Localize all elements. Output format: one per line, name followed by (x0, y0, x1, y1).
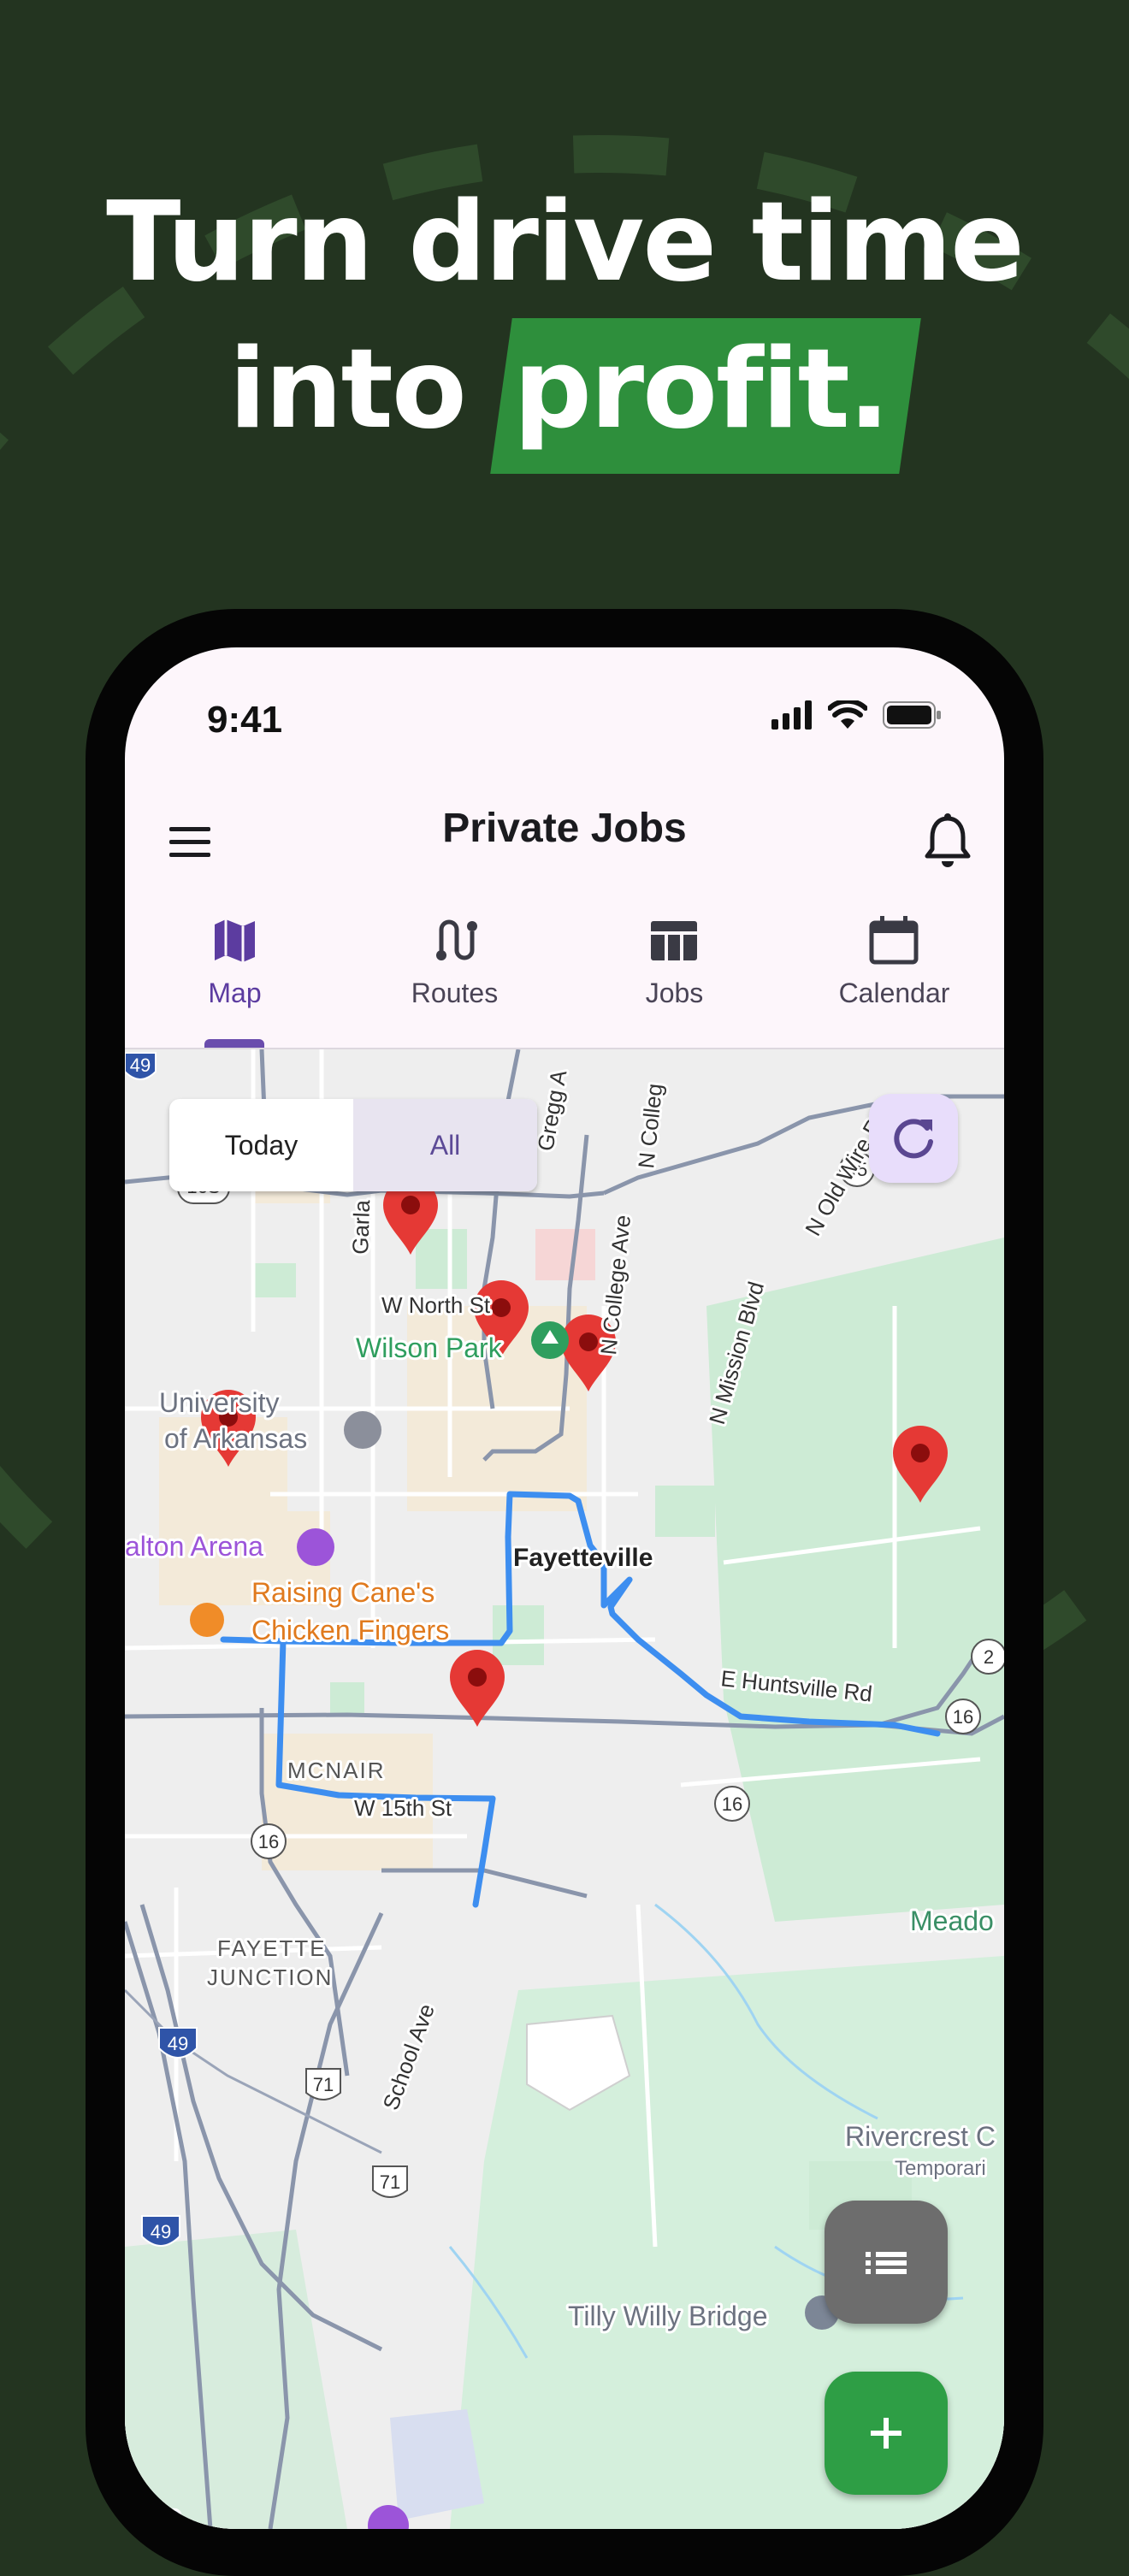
svg-text:Temporari: Temporari (895, 2157, 986, 2180)
restaurant-icon (190, 1603, 224, 1637)
notification-bell-icon[interactable] (920, 812, 975, 871)
headline-prefix: into (228, 326, 467, 453)
svg-text:W 15th St: W 15th St (354, 1795, 452, 1821)
svg-text:Tilly Willy Bridge: Tilly Willy Bridge (568, 2301, 768, 2331)
tab-routes[interactable]: Routes (345, 895, 564, 1049)
tab-label-jobs: Jobs (645, 978, 704, 1008)
tab-bar: Map Routes Jobs Calendar (125, 895, 1004, 1049)
svg-text:Garla: Garla (347, 1199, 375, 1255)
headline-line-2: into profit. (0, 318, 1129, 474)
svg-text:16: 16 (722, 1793, 742, 1815)
filter-all-button[interactable]: All (353, 1099, 537, 1191)
add-job-button[interactable] (825, 2372, 948, 2495)
route-icon (436, 919, 477, 960)
status-icons (771, 700, 943, 730)
list-view-button[interactable] (825, 2201, 948, 2324)
tab-jobs[interactable]: Jobs (564, 895, 784, 1049)
svg-text:71: 71 (313, 2074, 334, 2095)
svg-text:49: 49 (130, 1055, 151, 1076)
wifi-icon (828, 700, 867, 729)
status-bar: 9:41 (125, 647, 1004, 767)
tab-label-calendar: Calendar (838, 978, 950, 1008)
filter-today-button[interactable]: Today (169, 1099, 353, 1191)
arena-icon (297, 1528, 334, 1566)
phone-screen: 9:41 Private Jobs Map Routes Jobs Calend… (125, 647, 1004, 2529)
calendar-icon (869, 916, 919, 965)
battery-icon (883, 701, 941, 729)
map-icon (215, 919, 255, 962)
refresh-button[interactable] (869, 1094, 958, 1183)
tab-label-map: Map (208, 978, 262, 1008)
app-bar: Private Jobs (125, 767, 1004, 870)
svg-text:Rivercrest C: Rivercrest C (845, 2121, 996, 2152)
svg-text:16: 16 (258, 1831, 279, 1852)
svg-text:Chicken Fingers: Chicken Fingers (251, 1615, 449, 1645)
svg-text:Arka: Arka (125, 2501, 181, 2529)
svg-text:Meado: Meado (910, 1905, 994, 1936)
school-icon (344, 1411, 381, 1449)
svg-text:MCNAIR: MCNAIR (287, 1758, 386, 1783)
svg-text:University: University (159, 1387, 279, 1418)
tab-label-routes: Routes (411, 978, 499, 1008)
svg-text:alton Arena: alton Arena (125, 1531, 263, 1562)
svg-text:49: 49 (151, 2221, 171, 2242)
headline-highlight: profit. (490, 318, 922, 474)
svg-text:49: 49 (168, 2033, 188, 2054)
tab-map[interactable]: Map (125, 895, 345, 1049)
tab-calendar[interactable]: Calendar (784, 895, 1004, 1049)
list-icon (866, 2252, 907, 2274)
plus-icon (871, 2418, 901, 2449)
table-icon (651, 921, 697, 960)
fayetteville-label: Fayetteville (513, 1544, 653, 1572)
page-title: Private Jobs (442, 806, 687, 851)
svg-text:16: 16 (953, 1706, 973, 1728)
headline-line-1: Turn drive time (106, 179, 1025, 306)
svg-text:71: 71 (380, 2171, 400, 2193)
signal-icon (771, 700, 812, 730)
refresh-icon (894, 1119, 933, 1159)
svg-text:Raising Cane's: Raising Cane's (251, 1577, 434, 1608)
svg-text:FAYETTE: FAYETTE (217, 1935, 327, 1961)
svg-text:JUNCTION: JUNCTION (207, 1964, 333, 1990)
svg-text:2: 2 (984, 1646, 994, 1668)
status-time: 9:41 (207, 699, 283, 741)
svg-text:of Arkansas: of Arkansas (164, 1423, 307, 1454)
date-filter-toggle: Today All (169, 1099, 537, 1191)
map-view[interactable]: 49 45 16S 2 16 16 16 49 49 71 71 Wilson … (125, 1049, 1004, 2529)
svg-text:W North St: W North St (381, 1292, 491, 1318)
wilson-park-label: Wilson Park (356, 1332, 503, 1363)
